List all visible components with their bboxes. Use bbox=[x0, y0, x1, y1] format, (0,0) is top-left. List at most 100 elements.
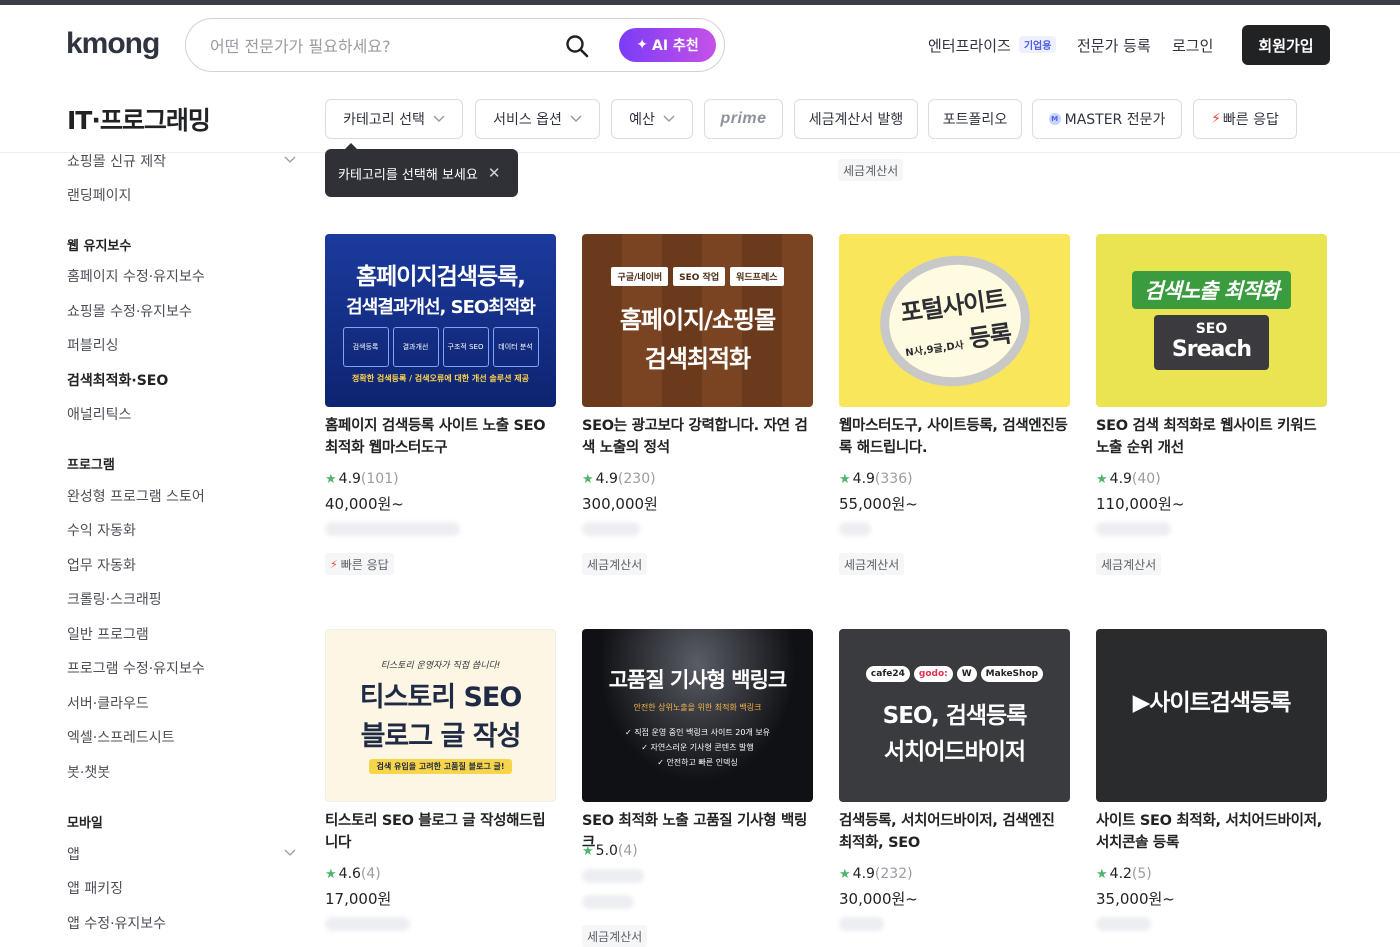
sidebar-item-crawling[interactable]: 크롤링·스크래핑 bbox=[67, 589, 162, 609]
card-title[interactable]: 사이트 SEO 최적화, 서치어드바이저, 서치콘솔 등록 bbox=[1096, 810, 1328, 854]
chevron-down-icon[interactable] bbox=[284, 849, 296, 857]
filter-bar: 카테고리 선택 서비스 옵션 예산 prime 세금계산서 발행 포트폴리오 M… bbox=[0, 95, 1400, 153]
sidebar-item-bot[interactable]: 봇·챗봇 bbox=[67, 762, 110, 782]
card-thumbnail[interactable]: 구글/네이버 SEO 작업 워드프레스 홈페이지/쇼핑몰 검색최적화 bbox=[582, 234, 813, 407]
blurred-seller bbox=[1096, 917, 1151, 931]
review-count: (4) bbox=[617, 843, 638, 859]
prime-filter[interactable]: prime bbox=[704, 99, 783, 139]
service-card[interactable]: 포털사이트 N사,9글,D사 등록 웹마스터도구, 사이트등록, 검색엔진등록 … bbox=[839, 234, 1071, 579]
card-price: 300,000원 bbox=[582, 495, 658, 513]
review-count: (5) bbox=[1131, 866, 1152, 882]
card-thumbnail[interactable]: 고품질 기사형 백링크 안전한 상위노출을 위한 최적화 백링크 ✓ 직접 운영… bbox=[582, 629, 813, 802]
thumb-title-line1: SEO, 검색등록 bbox=[882, 702, 1028, 729]
card-tag-label: 빠른 응답 bbox=[340, 557, 389, 572]
sidebar-item-revenue-automation[interactable]: 수익 자동화 bbox=[67, 520, 136, 540]
register-expert-link[interactable]: 전문가 등록 bbox=[1077, 35, 1151, 56]
thumb-footer: 정확한 검색등록 / 검색오류에 대한 개선 솔루션 제공 bbox=[352, 374, 529, 383]
service-card[interactable]: 검색노출 최적화 SEO Sreach SEO 검색 최적화로 웹사이트 키워드… bbox=[1096, 234, 1328, 579]
sidebar-item-app-packaging[interactable]: 앱 패키징 bbox=[67, 878, 123, 898]
fast-response-filter[interactable]: ⚡ 빠른 응답 bbox=[1193, 99, 1297, 139]
sidebar-item-shop-new[interactable]: 쇼핑몰 신규 제작 bbox=[67, 151, 166, 171]
category-filter[interactable]: 카테고리 선택 bbox=[325, 99, 463, 139]
thumb-line: ✓ 자연스러운 기사형 콘텐츠 발행 bbox=[641, 742, 754, 752]
card-rating: ★ 4.6(4) bbox=[325, 866, 381, 882]
chevron-down-icon[interactable] bbox=[284, 156, 296, 164]
card-title[interactable]: SEO 검색 최적화로 웹사이트 키워드 노출 순위 개선 bbox=[1096, 415, 1328, 459]
thumb-top-text: 티스토리 운영자가 직접 씁니다! bbox=[380, 660, 501, 671]
card-thumbnail[interactable]: 포털사이트 N사,9글,D사 등록 bbox=[839, 234, 1070, 407]
thumb-logos: cafe24 godo: W MakeShop bbox=[865, 665, 1044, 682]
card-title[interactable]: 검색등록, 서치어드바이저, 검색엔진 최적화, SEO bbox=[839, 810, 1071, 854]
budget-filter[interactable]: 예산 bbox=[611, 99, 693, 139]
card-price: 40,000원~ bbox=[325, 495, 404, 513]
review-count: (336) bbox=[874, 471, 913, 487]
card-price: 110,000원~ bbox=[1096, 495, 1185, 513]
sidebar-item-homepage-maintenance[interactable]: 홈페이지 수정·유지보수 bbox=[67, 266, 205, 286]
search-bar: ✦ AI 추천 bbox=[185, 18, 725, 72]
thumb-pill: 워드프레스 bbox=[730, 267, 784, 286]
service-card[interactable]: 고품질 기사형 백링크 안전한 상위노출을 위한 최적화 백링크 ✓ 직접 운영… bbox=[582, 629, 814, 947]
thumb-line: ✓ 안전하고 빠른 인덱싱 bbox=[657, 757, 738, 767]
service-card[interactable]: 구글/네이버 SEO 작업 워드프레스 홈페이지/쇼핑몰 검색최적화 SEO는 … bbox=[582, 234, 814, 579]
service-option-filter[interactable]: 서비스 옵션 bbox=[475, 99, 600, 139]
sidebar-item-publishing[interactable]: 퍼블리싱 bbox=[67, 335, 119, 355]
sidebar-item-server-cloud[interactable]: 서버·클라우드 bbox=[67, 693, 149, 713]
chevron-down-icon bbox=[663, 115, 675, 123]
card-title[interactable]: 웹마스터도구, 사이트등록, 검색엔진등록 해드립니다. bbox=[839, 415, 1071, 459]
rating-value: 4.9 bbox=[1109, 471, 1132, 487]
card-thumbnail[interactable]: cafe24 godo: W MakeShop SEO, 검색등록 서치어드바이… bbox=[839, 629, 1070, 802]
sidebar-item-shop-maintenance[interactable]: 쇼핑몰 수정·유지보수 bbox=[67, 301, 192, 321]
card-title[interactable]: 홈페이지 검색등록 사이트 노출 SEO최적화 웹마스터도구 bbox=[325, 415, 557, 459]
card-price: 30,000원~ bbox=[839, 890, 918, 908]
search-icon[interactable] bbox=[564, 33, 590, 59]
blurred-seller bbox=[582, 522, 640, 536]
login-link[interactable]: 로그인 bbox=[1172, 35, 1213, 56]
ai-recommend-button[interactable]: ✦ AI 추천 bbox=[619, 28, 716, 62]
card-title[interactable]: SEO는 광고보다 강력합니다. 자연 검색 노출의 정석 bbox=[582, 415, 814, 459]
fast-response-label: 빠른 응답 bbox=[1222, 112, 1279, 128]
thumb-line: ✓ 직접 운영 중인 백링크 사이트 20개 보유 bbox=[624, 727, 771, 737]
blurred-seller bbox=[325, 917, 410, 931]
budget-label: 예산 bbox=[629, 112, 655, 128]
card-thumbnail[interactable]: 검색노출 최적화 SEO Sreach bbox=[1096, 234, 1327, 407]
kmong-logo[interactable]: kmong bbox=[66, 27, 160, 61]
sidebar-item-excel[interactable]: 엑셀·스프레드시트 bbox=[67, 727, 175, 747]
card-thumbnail[interactable]: ▶사이트검색등록 bbox=[1096, 629, 1327, 802]
lightning-icon: ⚡ bbox=[1211, 111, 1221, 127]
thumb-title-line2: SEO bbox=[1195, 321, 1228, 337]
thumb-feature-boxes: 검색등록 결과개선 구조적 SEO 데이터 분석 bbox=[342, 327, 539, 367]
card-rating: ★ 4.9(336) bbox=[839, 471, 913, 487]
sparkle-icon: ✦ bbox=[636, 37, 649, 53]
close-icon[interactable]: ✕ bbox=[488, 164, 501, 182]
card-thumbnail[interactable]: 티스토리 운영자가 직접 씁니다! 티스토리 SEO 블로그 글 작성 검색 유… bbox=[325, 629, 556, 802]
tax-invoice-filter[interactable]: 세금계산서 발행 bbox=[794, 99, 918, 139]
service-option-label: 서비스 옵션 bbox=[493, 112, 562, 128]
sidebar-item-landing[interactable]: 랜딩페이지 bbox=[67, 185, 131, 205]
blurred-seller bbox=[325, 522, 460, 536]
portfolio-filter[interactable]: 포트폴리오 bbox=[928, 99, 1022, 139]
sidebar-item-seo[interactable]: 검색최적화·SEO bbox=[67, 370, 168, 390]
card-title[interactable]: 티스토리 SEO 블로그 글 작성해드립니다 bbox=[325, 810, 557, 854]
sidebar-item-analytics[interactable]: 애널리틱스 bbox=[67, 404, 131, 424]
sidebar-item-program-store[interactable]: 완성형 프로그램 스토어 bbox=[67, 486, 205, 506]
star-icon: ★ bbox=[1096, 472, 1108, 487]
sidebar-item-work-automation[interactable]: 업무 자동화 bbox=[67, 555, 136, 575]
master-badge-icon: M bbox=[1048, 113, 1061, 125]
enterprise-link[interactable]: 엔터프라이즈 기업용 bbox=[928, 35, 1057, 56]
sidebar-item-app[interactable]: 앱 bbox=[67, 844, 80, 864]
master-expert-filter[interactable]: M MASTER 전문가 bbox=[1032, 99, 1182, 139]
sidebar-item-program-maintenance[interactable]: 프로그램 수정·유지보수 bbox=[67, 658, 205, 678]
thumb-title-line1: 고품질 기사형 백링크 bbox=[608, 667, 788, 692]
service-card[interactable]: 티스토리 운영자가 직접 씁니다! 티스토리 SEO 블로그 글 작성 검색 유… bbox=[325, 629, 557, 947]
thumb-pills: 구글/네이버 SEO 작업 워드프레스 bbox=[611, 267, 784, 286]
card-thumbnail[interactable]: 홈페이지검색등록, 검색결과개선, SEO최적화 검색등록 결과개선 구조적 S… bbox=[325, 234, 556, 407]
signup-button[interactable]: 회원가입 bbox=[1242, 25, 1330, 65]
sidebar-item-app-maintenance[interactable]: 앱 수정·유지보수 bbox=[67, 913, 166, 933]
service-card[interactable]: 홈페이지검색등록, 검색결과개선, SEO최적화 검색등록 결과개선 구조적 S… bbox=[325, 234, 557, 579]
page-title: IT·프로그래밍 bbox=[67, 106, 211, 135]
thumb-sub: 안전한 상위노출을 위한 최적화 백링크 bbox=[633, 702, 762, 712]
service-card[interactable]: ▶사이트검색등록 사이트 SEO 최적화, 서치어드바이저, 서치콘솔 등록 ★… bbox=[1096, 629, 1328, 947]
service-card[interactable]: cafe24 godo: W MakeShop SEO, 검색등록 서치어드바이… bbox=[839, 629, 1071, 947]
search-input[interactable] bbox=[210, 33, 550, 59]
sidebar-item-general-program[interactable]: 일반 프로그램 bbox=[67, 624, 149, 644]
